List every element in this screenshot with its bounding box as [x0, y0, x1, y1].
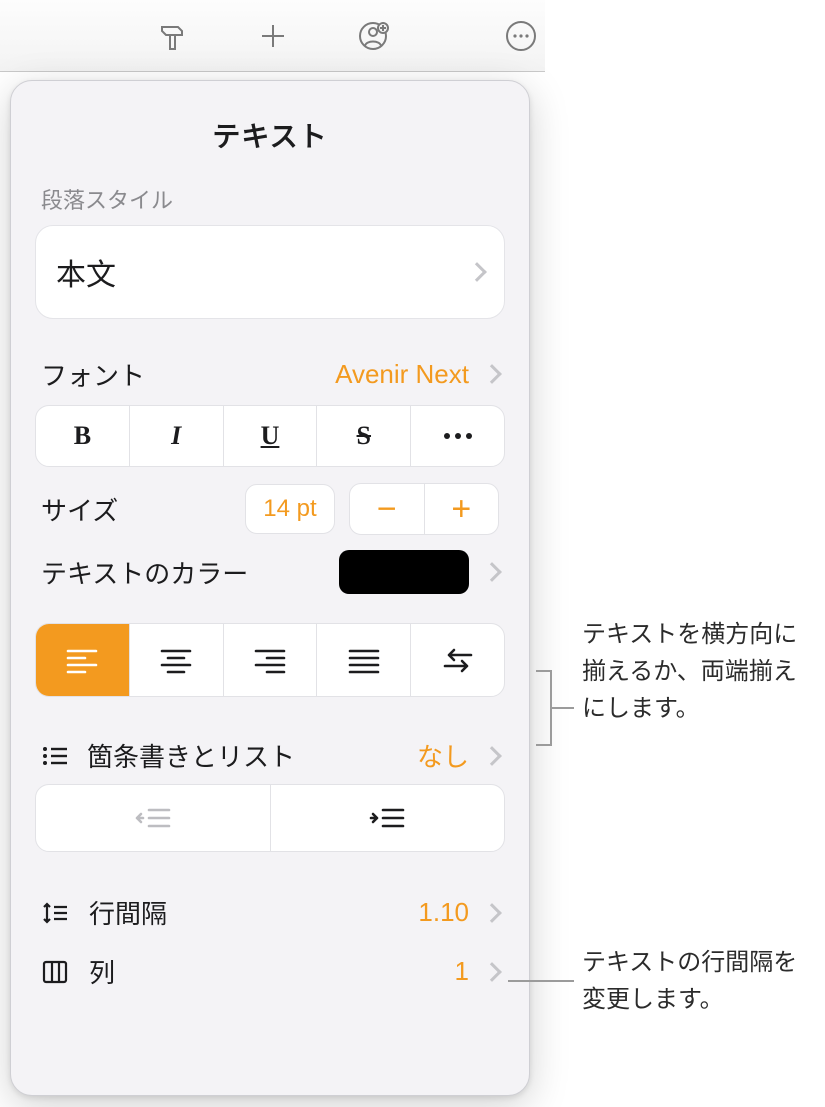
popover-title: テキスト	[11, 81, 529, 173]
format-brush-icon	[156, 19, 190, 53]
columns-label: 列	[89, 953, 115, 990]
person-add-icon	[356, 19, 390, 53]
columns-row[interactable]: 列 1	[35, 949, 505, 1008]
indent-icon	[367, 805, 407, 831]
ellipsis-circle-icon	[504, 19, 538, 53]
size-label: サイズ	[41, 491, 118, 528]
paragraph-style-picker[interactable]: 本文	[35, 225, 505, 319]
text-style-segmented: B I U S	[35, 405, 505, 467]
chevron-right-icon	[482, 962, 502, 982]
more-text-options-button[interactable]	[411, 406, 504, 466]
callout-tick	[536, 744, 550, 746]
more-button[interactable]	[503, 18, 539, 54]
columns-value: 1	[455, 956, 469, 987]
align-right-icon	[253, 646, 287, 674]
chevron-right-icon	[482, 562, 502, 582]
chevron-right-icon	[467, 262, 487, 282]
outdent-icon	[133, 805, 173, 831]
align-left-icon	[65, 646, 99, 674]
ellipsis-icon	[444, 433, 472, 439]
line-spacing-value: 1.10	[418, 897, 469, 928]
text-color-swatch	[339, 550, 469, 594]
callout-connector	[552, 707, 574, 709]
callout-line-spacing: テキストの行間隔を変更します。	[582, 944, 814, 1018]
paragraph-style-value: 本文	[56, 250, 116, 294]
line-spacing-label: 行間隔	[89, 894, 167, 931]
bullets-lists-value: なし	[417, 737, 469, 774]
size-value[interactable]: 14 pt	[245, 484, 335, 534]
top-toolbar	[0, 0, 545, 72]
indent-segmented	[35, 784, 505, 852]
align-center-button[interactable]	[130, 624, 224, 696]
font-label: フォント	[41, 356, 145, 393]
bullets-lists-label: 箇条書きとリスト	[87, 737, 295, 774]
callout-alignment: テキストを横方向に揃えるか、両端揃えにします。	[582, 616, 814, 728]
font-row[interactable]: フォント Avenir Next	[35, 343, 505, 405]
format-popover: テキスト 段落スタイル 本文 フォント Avenir Next B	[10, 80, 530, 1096]
plus-icon	[256, 19, 290, 53]
indent-button[interactable]	[271, 785, 505, 851]
font-value: Avenir Next	[335, 359, 469, 390]
size-decrease-button[interactable]: −	[350, 484, 425, 534]
align-right-button[interactable]	[224, 624, 318, 696]
size-stepper: − +	[349, 483, 499, 535]
alignment-segmented	[35, 623, 505, 697]
align-left-button[interactable]	[36, 624, 130, 696]
align-justify-icon	[347, 646, 381, 674]
text-color-row[interactable]: テキストのカラー	[35, 541, 505, 603]
text-color-label: テキストのカラー	[41, 554, 248, 591]
columns-icon	[41, 958, 69, 986]
paragraph-style-label: 段落スタイル	[41, 183, 499, 215]
italic-button[interactable]: I	[130, 406, 224, 466]
format-button[interactable]	[147, 10, 199, 62]
outdent-button[interactable]	[36, 785, 271, 851]
strikethrough-button[interactable]: S	[317, 406, 411, 466]
align-center-icon	[159, 646, 193, 674]
bold-button[interactable]: B	[36, 406, 130, 466]
text-direction-icon	[441, 646, 475, 674]
collaborate-button[interactable]	[347, 10, 399, 62]
list-icon	[41, 744, 69, 768]
chevron-right-icon	[482, 746, 502, 766]
align-justify-button[interactable]	[317, 624, 411, 696]
size-increase-button[interactable]: +	[425, 484, 499, 534]
underline-button[interactable]: U	[224, 406, 318, 466]
text-direction-button[interactable]	[411, 624, 504, 696]
chevron-right-icon	[482, 364, 502, 384]
chevron-right-icon	[482, 903, 502, 923]
callout-tick	[536, 670, 550, 672]
callout-connector	[508, 980, 574, 982]
bullets-lists-row[interactable]: 箇条書きとリスト なし	[35, 721, 505, 784]
line-spacing-row[interactable]: 行間隔 1.10	[35, 876, 505, 949]
line-spacing-icon	[41, 899, 69, 927]
size-row: サイズ 14 pt − +	[35, 477, 505, 541]
insert-button[interactable]	[247, 10, 299, 62]
